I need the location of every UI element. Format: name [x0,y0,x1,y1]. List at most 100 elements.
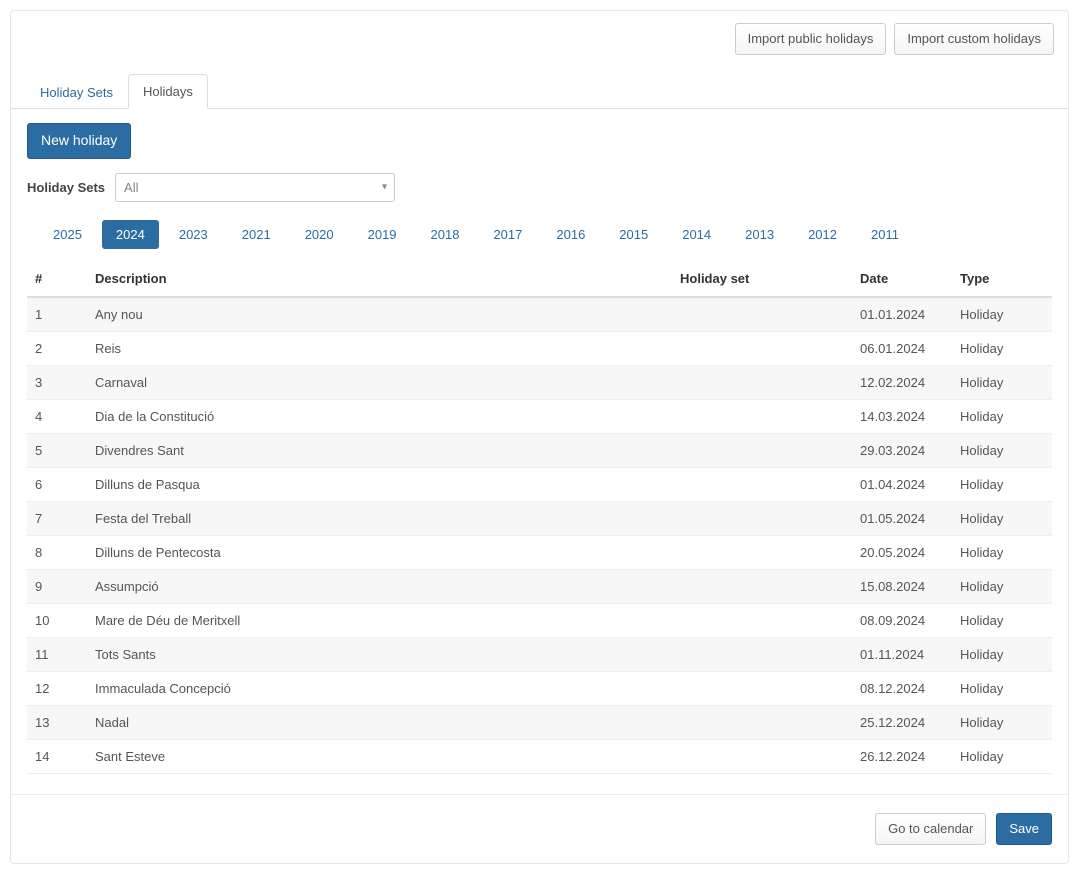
cell-date: 06.01.2024 [852,331,952,365]
cell-date: 26.12.2024 [852,739,952,773]
cell-desc: Reis [87,331,672,365]
year-tab-2019[interactable]: 2019 [354,220,411,249]
cell-date: 14.03.2024 [852,399,952,433]
cell-type: Holiday [952,637,1052,671]
cell-n: 2 [27,331,87,365]
year-tab-2011[interactable]: 2011 [857,220,913,249]
top-actions: Import public holidays Import custom hol… [11,11,1068,55]
table-row[interactable]: 12Immaculada Concepció08.12.2024Holiday [27,671,1052,705]
cell-desc: Tots Sants [87,637,672,671]
cell-n: 4 [27,399,87,433]
cell-set [672,705,852,739]
cell-set [672,535,852,569]
cell-desc: Festa del Treball [87,501,672,535]
cell-type: Holiday [952,705,1052,739]
year-tab-2014[interactable]: 2014 [668,220,725,249]
cell-n: 9 [27,569,87,603]
year-tab-2013[interactable]: 2013 [731,220,788,249]
cell-date: 01.05.2024 [852,501,952,535]
footer-actions: Go to calendar Save [11,794,1068,863]
year-tab-2018[interactable]: 2018 [417,220,474,249]
table-row[interactable]: 11Tots Sants01.11.2024Holiday [27,637,1052,671]
cell-desc: Carnaval [87,365,672,399]
year-tab-2017[interactable]: 2017 [479,220,536,249]
cell-set [672,331,852,365]
import-custom-holidays-button[interactable]: Import custom holidays [894,23,1054,55]
cell-date: 01.04.2024 [852,467,952,501]
cell-set [672,501,852,535]
table-row[interactable]: 3Carnaval 12.02.2024Holiday [27,365,1052,399]
col-type: Type [952,261,1052,297]
year-tab-2015[interactable]: 2015 [605,220,662,249]
cell-desc: Dilluns de Pentecosta [87,535,672,569]
cell-desc: Assumpció [87,569,672,603]
new-holiday-button[interactable]: New holiday [27,123,131,159]
cell-n: 10 [27,603,87,637]
year-tab-2016[interactable]: 2016 [542,220,599,249]
year-tab-2023[interactable]: 2023 [165,220,222,249]
holiday-sets-select[interactable]: All [115,173,395,202]
cell-set [672,297,852,332]
filter-label: Holiday Sets [27,180,105,195]
table-row[interactable]: 6Dilluns de Pasqua01.04.2024Holiday [27,467,1052,501]
year-tab-2020[interactable]: 2020 [291,220,348,249]
holidays-table: # Description Holiday set Date Type 1Any… [27,261,1052,774]
cell-type: Holiday [952,603,1052,637]
table-row[interactable]: 1Any nou01.01.2024Holiday [27,297,1052,332]
cell-set [672,569,852,603]
cell-desc: Divendres Sant [87,433,672,467]
cell-set [672,433,852,467]
col-date: Date [852,261,952,297]
table-row[interactable]: 10Mare de Déu de Meritxell08.09.2024Holi… [27,603,1052,637]
cell-n: 1 [27,297,87,332]
cell-set [672,637,852,671]
table-row[interactable]: 5Divendres Sant29.03.2024Holiday [27,433,1052,467]
save-button[interactable]: Save [996,813,1052,845]
year-tab-2024[interactable]: 2024 [102,220,159,249]
cell-date: 25.12.2024 [852,705,952,739]
cell-set [672,603,852,637]
cell-type: Holiday [952,569,1052,603]
cell-date: 01.01.2024 [852,297,952,332]
cell-n: 6 [27,467,87,501]
cell-n: 14 [27,739,87,773]
cell-n: 12 [27,671,87,705]
col-holiday-set: Holiday set [672,261,852,297]
cell-date: 12.02.2024 [852,365,952,399]
cell-n: 3 [27,365,87,399]
cell-n: 5 [27,433,87,467]
cell-n: 8 [27,535,87,569]
year-tab-2025[interactable]: 2025 [39,220,96,249]
import-public-holidays-button[interactable]: Import public holidays [735,23,887,55]
cell-desc: Immaculada Concepció [87,671,672,705]
col-num: # [27,261,87,297]
go-to-calendar-button[interactable]: Go to calendar [875,813,986,845]
year-tab-2021[interactable]: 2021 [228,220,285,249]
table-row[interactable]: 4Dia de la Constitució 14.03.2024Holiday [27,399,1052,433]
table-row[interactable]: 7Festa del Treball01.05.2024Holiday [27,501,1052,535]
cell-set [672,739,852,773]
table-row[interactable]: 9Assumpció 15.08.2024Holiday [27,569,1052,603]
cell-type: Holiday [952,331,1052,365]
holidays-panel: Import public holidays Import custom hol… [10,10,1069,864]
cell-set [672,365,852,399]
cell-set [672,467,852,501]
cell-date: 08.12.2024 [852,671,952,705]
table-row[interactable]: 13Nadal25.12.2024Holiday [27,705,1052,739]
table-row[interactable]: 2Reis 06.01.2024Holiday [27,331,1052,365]
cell-date: 15.08.2024 [852,569,952,603]
cell-date: 01.11.2024 [852,637,952,671]
cell-set [672,671,852,705]
tab-holidays[interactable]: Holidays [128,74,208,109]
cell-type: Holiday [952,365,1052,399]
cell-date: 08.09.2024 [852,603,952,637]
cell-type: Holiday [952,433,1052,467]
table-row[interactable]: 14Sant Esteve26.12.2024Holiday [27,739,1052,773]
year-tab-2012[interactable]: 2012 [794,220,851,249]
cell-desc: Dia de la Constitució [87,399,672,433]
tab-holiday-sets[interactable]: Holiday Sets [25,75,128,109]
cell-type: Holiday [952,297,1052,332]
table-row[interactable]: 8Dilluns de Pentecosta20.05.2024Holiday [27,535,1052,569]
cell-n: 7 [27,501,87,535]
cell-type: Holiday [952,399,1052,433]
